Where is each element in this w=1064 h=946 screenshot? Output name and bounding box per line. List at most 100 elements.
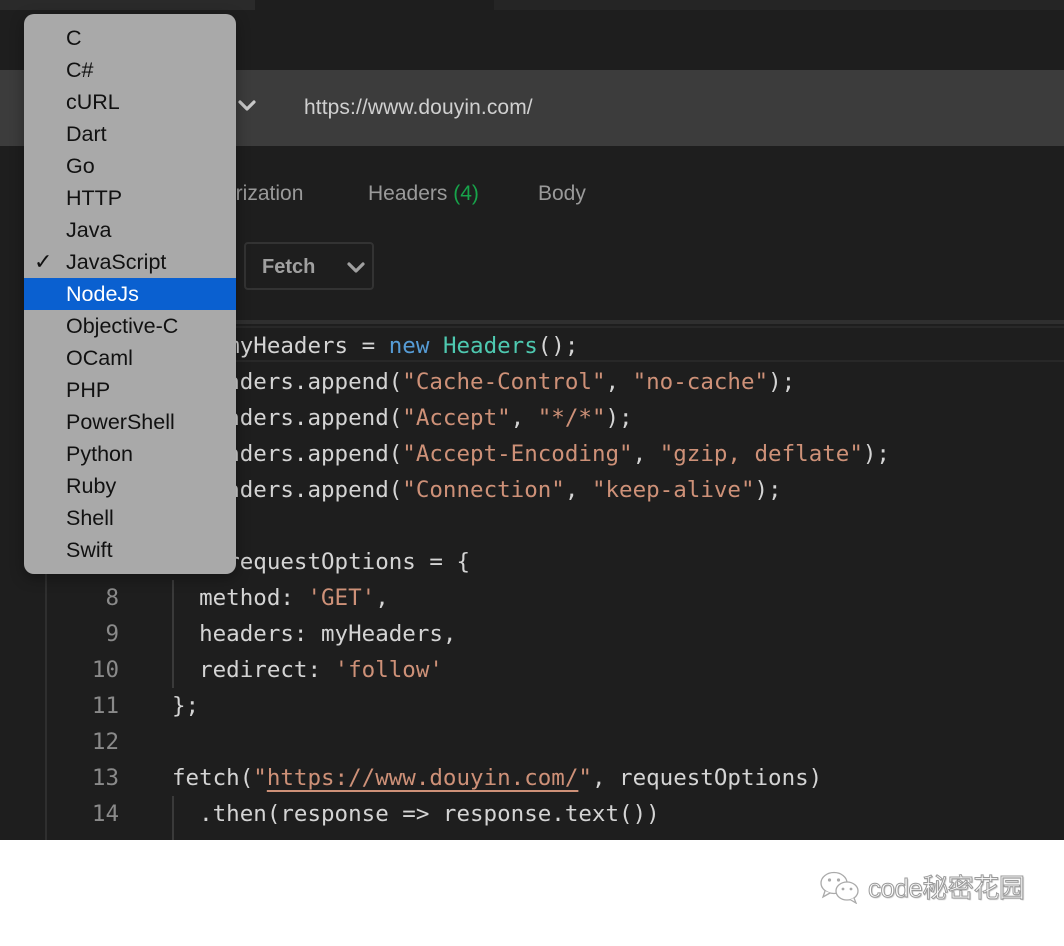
line-number: 13 [91, 765, 119, 791]
token-str: "*/*" [537, 405, 606, 431]
postman-app: https://www.douyin.com/ orization Header… [0, 0, 1064, 840]
menu-item-java[interactable]: Java [24, 214, 236, 246]
window-tab[interactable] [494, 0, 1064, 10]
snippet-variant-label: Fetch [262, 256, 316, 278]
menu-item-http[interactable]: HTTP [24, 182, 236, 214]
token-str: "Accept-Encoding" [402, 441, 633, 467]
code-text: myHeaders.append("Cache-Control", "no-ca… [172, 364, 795, 400]
token-cls: Headers [442, 333, 538, 359]
code-line: 14 .then(response => response.text()) [47, 796, 1064, 832]
menu-item-dart[interactable]: Dart [24, 118, 236, 150]
url-input[interactable]: https://www.douyin.com/ [304, 96, 533, 120]
token: }; [172, 693, 200, 719]
chevron-down-icon[interactable] [236, 94, 258, 116]
line-number: 9 [105, 621, 119, 647]
snippet-variant-select[interactable]: Fetch [244, 242, 374, 290]
menu-item-label: Java [66, 218, 112, 242]
token: , [632, 441, 660, 467]
tab-headers[interactable]: Headers (4) [368, 182, 479, 206]
menu-item-label: Dart [66, 122, 107, 146]
language-dropdown-menu: C C# cURL Dart Go HTTP Java ✓ JavaScript NodeJs Ob… [24, 14, 236, 574]
menu-item-swift[interactable]: Swift [24, 534, 236, 566]
token: requestOptions = { [226, 549, 471, 575]
watermark: code秘密花园 [818, 868, 1025, 905]
menu-item-nodejs[interactable]: NodeJs [24, 278, 236, 310]
token: headers: myHeaders, [172, 621, 457, 647]
token: ); [768, 369, 796, 395]
chevron-down-icon [346, 257, 366, 277]
code-text: headers: myHeaders, [172, 616, 456, 652]
menu-item-ruby[interactable]: Ruby [24, 470, 236, 502]
menu-item-c[interactable]: C [24, 22, 236, 54]
line-number: 10 [91, 657, 119, 683]
menu-item-label: PowerShell [66, 410, 175, 434]
menu-item-curl[interactable]: cURL [24, 86, 236, 118]
token: (); [537, 333, 579, 359]
token: , [564, 477, 592, 503]
tab-headers-label: Headers [368, 182, 448, 205]
token-str: "keep-alive" [591, 477, 755, 503]
menu-item-label: Swift [66, 538, 113, 562]
token: , [605, 369, 633, 395]
token: .then(response => response.text()) [172, 801, 660, 827]
code-text: fetch("https://www.douyin.com/", request… [172, 760, 822, 796]
code-text: }; [172, 688, 199, 724]
code-text: redirect: 'follow' [172, 652, 443, 688]
token: fetch( [172, 765, 254, 791]
menu-item-shell[interactable]: Shell [24, 502, 236, 534]
menu-item-label: Ruby [66, 474, 117, 498]
token-str: "Cache-Control" [402, 369, 606, 395]
menu-item-label: Go [66, 154, 95, 178]
menu-item-ocaml[interactable]: OCaml [24, 342, 236, 374]
window-tab-active[interactable] [255, 0, 494, 10]
token-str: "no-cache" [632, 369, 769, 395]
code-line: 9 headers: myHeaders, [47, 616, 1064, 652]
menu-item-label: Objective-C [66, 314, 179, 338]
token-str: "Accept" [402, 405, 511, 431]
token-str: "gzip, deflate" [659, 441, 863, 467]
token-url[interactable]: https://www.douyin.com/ [267, 765, 579, 791]
headers-count-badge: (4) [453, 182, 479, 205]
token-str: " [253, 765, 267, 791]
watermark-text: code秘密花园 [867, 873, 1025, 904]
window-tab[interactable] [0, 0, 255, 10]
menu-item-php[interactable]: PHP [24, 374, 236, 406]
token-kw: new [388, 333, 443, 359]
code-text: myHeaders.append("Connection", "keep-ali… [172, 472, 782, 508]
code-text: myHeaders.append("Accept-Encoding", "gzi… [172, 436, 890, 472]
menu-item-label: OCaml [66, 346, 133, 370]
token-str: " [578, 765, 592, 791]
menu-item-label: C# [66, 58, 94, 82]
menu-item-label: Python [66, 442, 133, 466]
token-str: 'GET' [307, 585, 376, 611]
token-str: 'follow' [334, 657, 443, 683]
menu-item-c[interactable]: C# [24, 54, 236, 86]
menu-item-label: JavaScript [66, 250, 167, 274]
token: , [510, 405, 538, 431]
code-text: .then(response => response.text()) [172, 796, 660, 832]
line-number: 14 [91, 801, 119, 827]
menu-item-label: cURL [66, 90, 120, 114]
menu-item-label: HTTP [66, 186, 123, 210]
code-line: 13 fetch("https://www.douyin.com/", reque… [47, 760, 1064, 796]
token: ); [754, 477, 782, 503]
checkmark-icon: ✓ [34, 249, 53, 274]
footer: code秘密花园 [0, 840, 1064, 946]
menu-item-python[interactable]: Python [24, 438, 236, 470]
code-line: 11}; [47, 688, 1064, 724]
menu-item-objective-c[interactable]: Objective-C [24, 310, 236, 342]
wechat-icon [818, 870, 862, 905]
token: ); [605, 405, 633, 431]
code-text: method: 'GET', [172, 580, 389, 616]
line-number: 8 [105, 585, 119, 611]
menu-item-go[interactable]: Go [24, 150, 236, 182]
window-tab-strip [0, 0, 1064, 10]
code-line: 15 .then(result => console.log(result)) [47, 832, 1064, 840]
tab-body[interactable]: Body [538, 182, 586, 206]
line-number: 12 [91, 729, 119, 755]
code-text: .then(result => console.log(result)) [172, 832, 687, 840]
token: , requestOptions) [591, 765, 823, 791]
menu-item-javascript[interactable]: ✓ JavaScript [24, 246, 236, 278]
code-line: 10 redirect: 'follow' [47, 652, 1064, 688]
menu-item-powershell[interactable]: PowerShell [24, 406, 236, 438]
